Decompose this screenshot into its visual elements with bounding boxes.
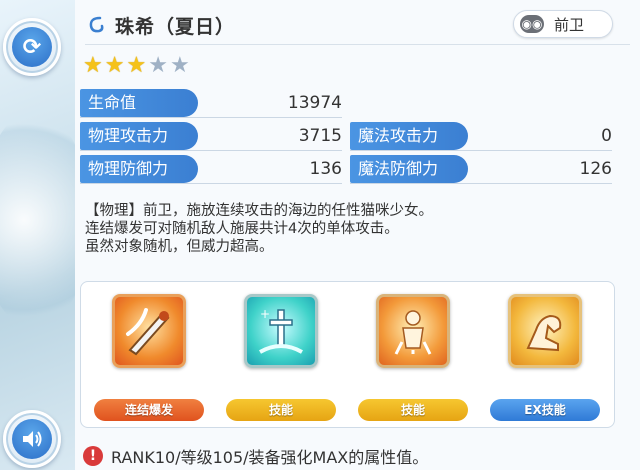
star-empty-icon: ★ bbox=[148, 53, 168, 78]
character-name: 珠希（夏日） bbox=[115, 15, 236, 38]
sword-slash-icon bbox=[112, 294, 186, 368]
skills-panel: 连结爆发 + 技能 技能 EX技能 bbox=[80, 281, 615, 428]
flexed-arm-icon bbox=[508, 294, 582, 368]
skill-label: 技能 bbox=[358, 399, 468, 421]
voice-button[interactable] bbox=[3, 410, 61, 468]
refresh-button[interactable]: ⟳ bbox=[3, 18, 61, 76]
star-icon: ★ bbox=[83, 53, 103, 78]
divider bbox=[80, 150, 342, 151]
character-detail-panel: 珠希（夏日） ◉◉ 前卫 ★ ★ ★ ★ ★ 生命值 13974 物理攻击力 3… bbox=[75, 0, 640, 470]
stat-label: 魔法防御力 bbox=[350, 155, 468, 183]
refresh-icon: ⟳ bbox=[12, 27, 52, 67]
svg-text:+: + bbox=[260, 307, 270, 321]
stat-label: 物理攻击力 bbox=[80, 122, 198, 150]
skill-label: 连结爆发 bbox=[94, 399, 204, 421]
ice-sword-icon: + bbox=[244, 294, 318, 368]
stat-value: 13974 bbox=[287, 93, 342, 113]
stat-phys-def: 物理防御力 136 bbox=[80, 155, 342, 184]
skill-2[interactable]: 技能 bbox=[358, 294, 468, 421]
star-empty-icon: ★ bbox=[169, 53, 190, 78]
stat-phys-atk: 物理攻击力 3715 bbox=[80, 122, 342, 151]
divider bbox=[80, 183, 342, 184]
divider bbox=[350, 183, 612, 184]
stat-magic-def: 魔法防御力 126 bbox=[350, 155, 612, 184]
warning-icon: ! bbox=[83, 446, 103, 466]
skill-label: EX技能 bbox=[490, 399, 600, 421]
skill-label: 技能 bbox=[226, 399, 336, 421]
stat-value: 3715 bbox=[298, 126, 342, 146]
skill-1[interactable]: + 技能 bbox=[226, 294, 336, 421]
stat-label: 生命值 bbox=[80, 89, 198, 117]
stat-label: 魔法攻击力 bbox=[350, 122, 468, 150]
stat-magic-atk: 魔法攻击力 0 bbox=[350, 122, 612, 151]
stat-value: 0 bbox=[601, 126, 612, 146]
stat-label: 物理防御力 bbox=[80, 155, 198, 183]
position-icon: ◉◉ bbox=[520, 15, 544, 33]
stat-hp: 生命值 13974 bbox=[80, 89, 342, 118]
character-description: 【物理】前卫，施放连续攻击的海边的任性猫咪少女。 连结爆发可对随机敌人施展共计4… bbox=[85, 202, 625, 256]
stat-value: 126 bbox=[579, 159, 612, 179]
speaker-icon bbox=[12, 419, 52, 459]
divider bbox=[85, 44, 630, 45]
divider bbox=[350, 150, 612, 151]
star-icon: ★ bbox=[126, 53, 147, 78]
description-line: 虽然对象随机，但威力超高。 bbox=[85, 239, 274, 255]
role-badge: ◉◉ 前卫 bbox=[513, 10, 613, 38]
skill-ex[interactable]: EX技能 bbox=[490, 294, 600, 421]
star-rating: ★ ★ ★ ★ ★ bbox=[83, 54, 190, 78]
footnote-text: RANK10/等级105/装备强化MAX的属性值。 bbox=[111, 448, 429, 467]
stat-footnote: ! RANK10/等级105/装备强化MAX的属性值。 bbox=[83, 444, 428, 468]
description-line: 【物理】前卫，施放连续攻击的海边的任性猫咪少女。 bbox=[85, 203, 433, 219]
element-swirl-icon bbox=[85, 14, 107, 36]
power-up-icon bbox=[376, 294, 450, 368]
skill-union-burst[interactable]: 连结爆发 bbox=[94, 294, 204, 421]
description-line: 连结爆发可对随机敌人施展共计4次的单体攻击。 bbox=[85, 221, 399, 237]
divider bbox=[80, 117, 342, 118]
star-icon: ★ bbox=[104, 53, 125, 78]
role-label: 前卫 bbox=[554, 15, 585, 34]
stat-value: 136 bbox=[309, 159, 342, 179]
